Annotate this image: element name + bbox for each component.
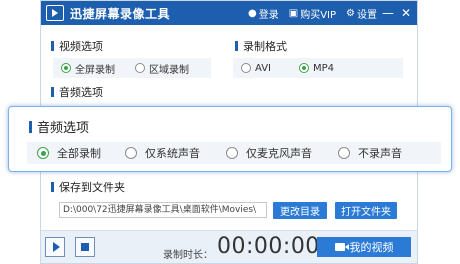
duration-label: 录制时长：: [163, 250, 213, 261]
audio-option-system-label: 仅系统声音: [145, 147, 200, 160]
radio-icon: [241, 63, 251, 73]
format-option-avi[interactable]: AVI: [241, 63, 271, 74]
buy-vip-label: 购买VIP: [300, 9, 337, 21]
record-format-label: 录制格式: [243, 40, 287, 53]
close-button[interactable]: ✕: [399, 6, 413, 20]
section-marker: [51, 41, 54, 51]
save-path-field[interactable]: D:\000\72迅捷屏幕录像工具\桌面软件\Movies\: [59, 202, 267, 218]
screen-recorder-icon: [46, 5, 64, 21]
radio-icon: [226, 147, 238, 159]
audio-popup-title: 音频选项: [29, 117, 89, 136]
my-videos-label: 我的视频: [349, 241, 394, 254]
audio-options-title: 音频选项: [51, 84, 103, 100]
section-marker: [235, 41, 238, 51]
audio-options-popup: 音频选项 全部录制 仅系统声音 仅麦克风声音 不录声音: [8, 106, 452, 172]
audio-options-row: 全部录制 仅系统声音 仅麦克风声音 不录声音: [27, 142, 441, 164]
section-marker: [51, 87, 54, 97]
gear-icon: ⚙: [346, 7, 355, 19]
video-option-region-label: 区域录制: [149, 64, 189, 76]
save-folder-title: 保存到文件夹: [51, 179, 125, 195]
format-option-mp4-label: MP4: [313, 62, 335, 74]
record-format-row: AVI MP4: [233, 58, 403, 78]
open-folder-button[interactable]: 打开文件夹: [335, 202, 397, 219]
video-options-title: 视频选项: [51, 38, 103, 54]
audio-option-none-label: 不录声音: [358, 147, 402, 160]
radio-icon: [125, 147, 137, 159]
radio-selected-icon: [299, 63, 309, 73]
radio-icon: [338, 147, 350, 159]
camera-icon: [334, 243, 349, 251]
audio-option-mic[interactable]: 仅麦克风声音: [226, 145, 312, 161]
video-option-fullscreen[interactable]: 全屏录制: [61, 61, 115, 76]
audio-option-none[interactable]: 不录声音: [338, 145, 402, 161]
audio-option-system[interactable]: 仅系统声音: [125, 145, 200, 161]
recording-timer: 00:00:00: [217, 234, 320, 259]
cart-icon: ▣: [288, 7, 299, 19]
title-bar: 迅捷屏幕录像工具 ● 登录 ▣ 购买VIP ⚙ 设置 — ✕: [41, 1, 417, 25]
radio-selected-icon: [37, 147, 49, 159]
format-option-mp4[interactable]: MP4: [299, 63, 334, 74]
audio-options-label: 音频选项: [59, 86, 103, 99]
section-marker: [51, 182, 54, 192]
video-option-region[interactable]: 区域录制: [135, 61, 189, 76]
my-videos-button[interactable]: 我的视频: [317, 237, 411, 257]
settings-button[interactable]: ⚙ 设置: [346, 6, 377, 21]
stop-button[interactable]: [75, 237, 95, 257]
format-option-avi-label: AVI: [255, 62, 271, 74]
login-label: 登录: [258, 9, 279, 21]
save-folder-label: 保存到文件夹: [59, 181, 125, 194]
bottom-bar: 录制时长： 00:00:00 我的视频: [41, 230, 417, 263]
stop-icon: [81, 243, 89, 251]
radio-selected-icon: [61, 63, 71, 73]
play-button[interactable]: [45, 237, 65, 257]
play-icon: [52, 242, 60, 252]
audio-popup-title-label: 音频选项: [37, 121, 90, 136]
audio-option-all-label: 全部录制: [57, 147, 101, 160]
video-options-row: 全屏录制 区域录制: [53, 58, 211, 78]
buy-vip-button[interactable]: ▣ 购买VIP: [289, 6, 336, 21]
audio-option-mic-label: 仅麦克风声音: [246, 147, 312, 160]
title-bar-actions: ● 登录 ▣ 购买VIP ⚙ 设置 — ✕: [242, 1, 413, 25]
settings-label: 设置: [357, 9, 377, 21]
user-icon: ●: [248, 7, 257, 19]
video-option-fullscreen-label: 全屏录制: [75, 64, 115, 76]
video-options-label: 视频选项: [59, 40, 103, 53]
login-button[interactable]: ● 登录: [248, 6, 279, 21]
audio-option-all[interactable]: 全部录制: [37, 145, 101, 161]
change-directory-button[interactable]: 更改目录: [273, 202, 327, 219]
app-title: 迅捷屏幕录像工具: [70, 6, 171, 21]
record-format-title: 录制格式: [235, 38, 287, 54]
radio-icon: [135, 63, 145, 73]
section-marker: [29, 120, 32, 133]
minimize-button[interactable]: —: [381, 6, 395, 20]
